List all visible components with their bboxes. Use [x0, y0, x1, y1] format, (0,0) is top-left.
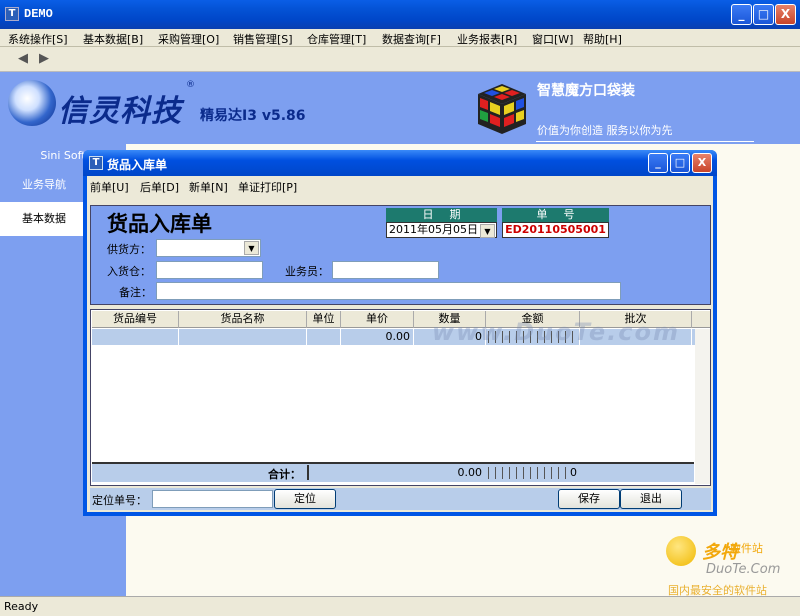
exit-button[interactable]: 退出 — [620, 489, 682, 509]
dialog-close-button[interactable]: X — [692, 153, 712, 173]
date-header: 日期 — [386, 208, 497, 222]
supplier-label: 供货方： — [107, 243, 151, 256]
dialog-title-bar: T 货品入库单 _ □ X — [83, 150, 717, 176]
menu-window[interactable]: 窗口[W] — [532, 31, 573, 47]
col-price[interactable]: 单价 — [341, 311, 414, 328]
dialog-menu: 前单[U] 后单[D] 新单[N] 单证打印[P] — [87, 176, 713, 196]
forward-arrow-icon[interactable]: ▶ — [35, 51, 53, 67]
watermark-en: DuoTe.Com — [706, 562, 781, 577]
slogan-divider — [536, 141, 754, 142]
menu-help[interactable]: 帮助[H] — [583, 31, 622, 47]
cell-unit[interactable] — [307, 329, 341, 345]
company-logo-icon — [8, 80, 56, 126]
menu-warehouse[interactable]: 仓库管理[T] — [307, 31, 366, 47]
footer-divider — [307, 465, 309, 480]
date-picker[interactable]: 2011年05月05日 ▼ — [386, 222, 497, 238]
rubiks-cube-icon — [478, 84, 526, 134]
grid-footer: 合计： 0.00 0 — [92, 462, 694, 482]
warehouse-label: 入货仓： — [107, 265, 151, 278]
toolbar: ◀ ▶ — [0, 47, 800, 72]
number-header: 单号 — [502, 208, 609, 222]
chevron-down-icon[interactable]: ▼ — [480, 224, 495, 238]
menu-sales[interactable]: 销售管理[S] — [233, 31, 293, 47]
back-arrow-icon[interactable]: ◀ — [14, 51, 32, 67]
slogan-title: 智慧魔方口袋装 — [537, 83, 635, 99]
total-price: 0.00 — [457, 466, 483, 479]
menu-system[interactable]: 系统操作[S] — [8, 31, 68, 47]
remark-label: 备注： — [119, 286, 152, 299]
cell-code[interactable] — [92, 329, 179, 345]
app-icon: T — [5, 7, 19, 21]
locate-button[interactable]: 定位 — [274, 489, 336, 509]
dialog-title: 货品入库单 — [107, 158, 168, 172]
locate-label: 定位单号： — [92, 494, 147, 507]
status-text: Ready — [4, 600, 39, 613]
col-unit[interactable]: 单位 — [307, 311, 341, 328]
menu-new-doc[interactable]: 新单[N] — [189, 179, 228, 195]
cell-name[interactable] — [179, 329, 307, 345]
locate-input[interactable] — [152, 490, 273, 508]
corner-watermark: 多特 软件站 DuoTe.Com 国内最安全的软件站 — [664, 534, 800, 600]
stock-in-dialog: T 货品入库单 _ □ X 前单[U] 后单[D] 新单[N] 单证打印[P] … — [83, 150, 717, 516]
center-watermark: www.DuoTe.com — [432, 318, 680, 346]
supplier-select[interactable]: ▼ — [156, 239, 261, 257]
menu-bar: 系统操作[S] 基本数据[B] 采购管理[O] 销售管理[S] 仓库管理[T] … — [0, 29, 800, 47]
menu-print-doc[interactable]: 单证打印[P] — [238, 179, 297, 195]
menu-basic-data[interactable]: 基本数据[B] — [83, 31, 143, 47]
registered-mark: ® — [186, 80, 195, 90]
col-item-name[interactable]: 货品名称 — [179, 311, 307, 328]
duck-logo-icon — [666, 536, 696, 566]
remark-input[interactable] — [156, 282, 621, 300]
dialog-body: 前单[U] 后单[D] 新单[N] 单证打印[P] 货品入库单 日期 2011年… — [87, 176, 713, 512]
doc-number: ED20110505001 — [502, 222, 609, 238]
menu-purchase[interactable]: 采购管理[O] — [158, 31, 219, 47]
window-title: DEMO — [24, 7, 53, 21]
menu-prev-doc[interactable]: 前单[U] — [90, 179, 129, 195]
salesman-input[interactable] — [332, 261, 439, 279]
close-button[interactable]: X — [775, 4, 796, 25]
form-heading: 货品入库单 — [107, 212, 212, 236]
watermark-cn2: 软件站 — [730, 542, 763, 555]
banner: 信灵科技 ® 精易达I3 v5.86 智慧魔方口袋装 价值为你创造 服务以你为先 — [0, 72, 800, 144]
menu-query[interactable]: 数据查询[F] — [382, 31, 441, 47]
total-digit-ticks — [488, 467, 568, 479]
minimize-button[interactable]: _ — [731, 4, 752, 25]
col-item-code[interactable]: 货品编号 — [92, 311, 179, 328]
menu-reports[interactable]: 业务报表[R] — [457, 31, 517, 47]
grid-scrollbar[interactable] — [695, 329, 710, 484]
product-version: 精易达I3 v5.86 — [200, 108, 306, 124]
main-title-bar: T DEMO _ □ X — [0, 0, 800, 29]
chevron-down-icon[interactable]: ▼ — [244, 241, 259, 255]
logo-text: 信灵科技 — [58, 94, 182, 129]
date-value: 2011年05月05日 — [389, 223, 478, 236]
save-button[interactable]: 保存 — [558, 489, 620, 509]
cell-price[interactable]: 0.00 — [341, 329, 414, 345]
slogan-subtitle: 价值为你创造 服务以你为先 — [537, 124, 673, 137]
salesman-label: 业务员： — [285, 265, 329, 278]
dialog-maximize-button[interactable]: □ — [670, 153, 690, 173]
doc-header-form: 货品入库单 日期 2011年05月05日 ▼ 单号 ED20110505001 … — [90, 205, 711, 305]
total-label: 合计： — [268, 468, 301, 481]
dialog-minimize-button[interactable]: _ — [648, 153, 668, 173]
warehouse-input[interactable] — [156, 261, 263, 279]
status-bar: Ready — [0, 596, 800, 616]
maximize-button[interactable]: □ — [753, 4, 774, 25]
dialog-bottom-bar: 定位单号： 定位 保存 退出 — [90, 488, 711, 510]
dialog-icon: T — [89, 156, 103, 170]
total-amount: 0 — [570, 466, 577, 479]
menu-next-doc[interactable]: 后单[D] — [140, 179, 179, 195]
